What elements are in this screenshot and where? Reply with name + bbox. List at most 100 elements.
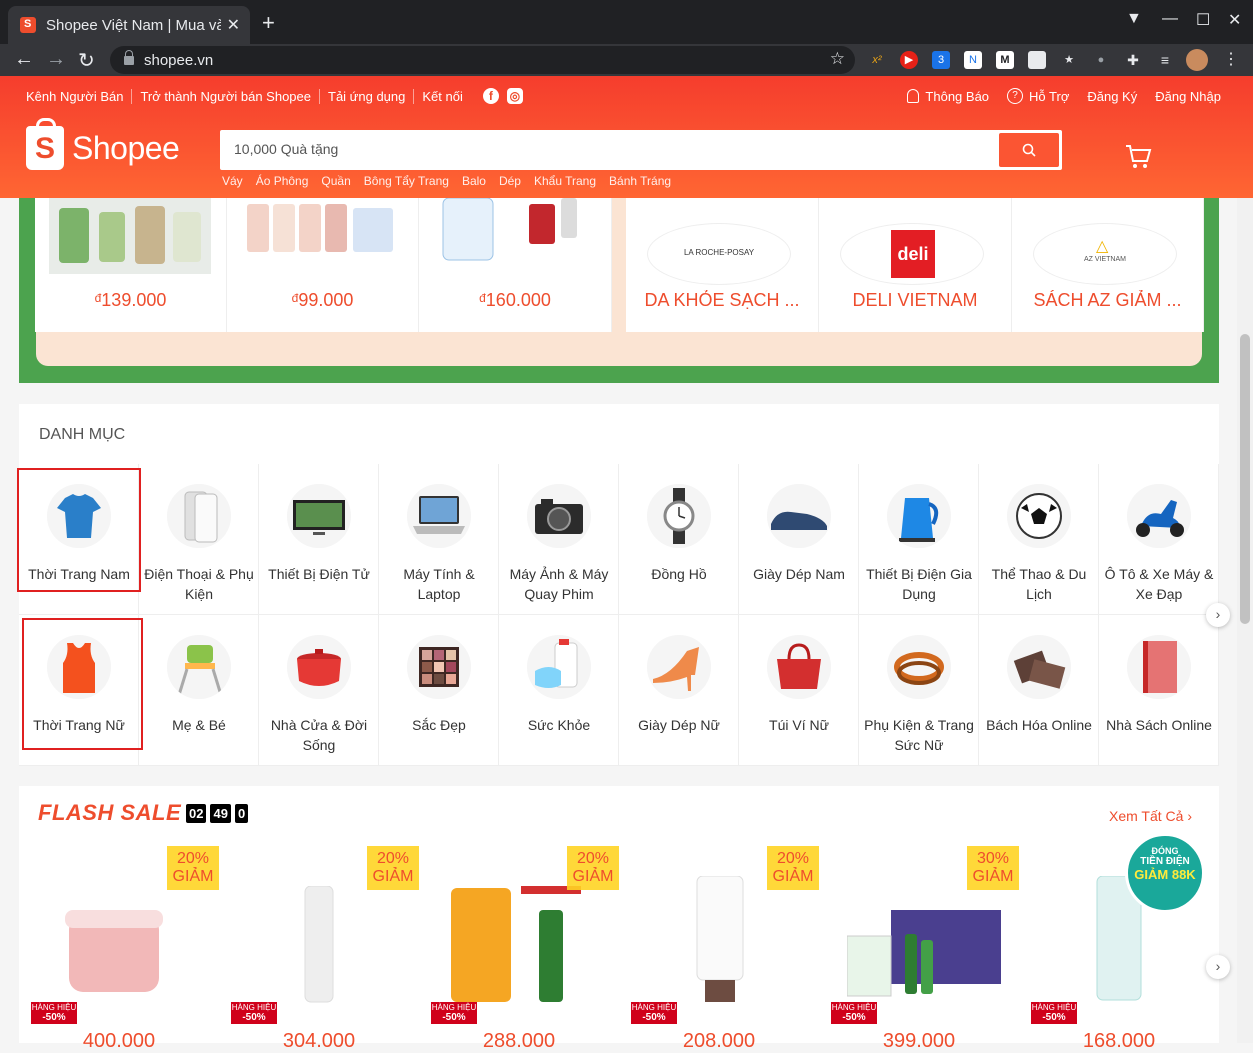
hotword-link[interactable]: Bông Tẩy Trang	[364, 174, 449, 188]
category-item-o-to-xe-may[interactable]: Ô Tô & Xe Máy & Xe Đạp	[1099, 464, 1219, 615]
download-app-link[interactable]: Tải ứng dụng	[328, 88, 415, 104]
shop-logo-text: deli	[891, 230, 935, 278]
hotword-link[interactable]: Váy	[222, 174, 243, 188]
category-item-bach-hoa[interactable]: Bách Hóa Online	[979, 615, 1099, 766]
category-item-suc-khoe[interactable]: Sức Khỏe	[499, 615, 619, 766]
hotword-link[interactable]: Quần	[321, 174, 350, 188]
category-item-thiet-bi-gia-dung[interactable]: Thiết Bị Điện Gia Dụng	[859, 464, 979, 615]
close-tab-icon[interactable]: ✕	[227, 15, 240, 35]
extension-star-icon[interactable]: ★	[1060, 51, 1078, 69]
profile-avatar[interactable]	[1186, 49, 1208, 71]
category-item-the-thao[interactable]: Thể Thao & Du Lịch	[979, 464, 1099, 615]
flash-sale-item[interactable]: 20% GIẢM HÀNG HIỆU -50% 304.000	[219, 846, 419, 1052]
profile-menu-icon[interactable]: ▼	[1126, 10, 1142, 28]
category-item-nha-sach[interactable]: Nhà Sách Online	[1099, 615, 1219, 766]
category-item-dong-ho[interactable]: Đồng Hồ	[619, 464, 739, 615]
extensions-puzzle-icon[interactable]: ✚	[1124, 51, 1142, 69]
reading-list-icon[interactable]: ≡	[1156, 51, 1174, 69]
register-link[interactable]: Đăng Ký	[1087, 89, 1137, 104]
hotword-link[interactable]: Áo Phông	[256, 174, 309, 188]
promo-product-card[interactable]: đ99.000	[227, 198, 419, 332]
extension-youtube-icon[interactable]: ▶	[900, 51, 918, 69]
reload-icon[interactable]: ↻	[78, 48, 95, 73]
category-item-may-tinh[interactable]: Máy Tính & Laptop	[379, 464, 499, 615]
category-item-thiet-bi-dien-tu[interactable]: Thiết Bị Điện Tử	[259, 464, 379, 615]
cart-icon[interactable]	[1124, 142, 1152, 170]
instagram-icon[interactable]: ◎	[506, 88, 523, 104]
category-item-giay-dep-nu[interactable]: Giày Dép Nữ	[619, 615, 739, 766]
close-window-icon[interactable]: ✕	[1228, 10, 1241, 30]
promo-product-card[interactable]: đ160.000	[419, 198, 612, 332]
mall-shop-card[interactable]: LA ROCHE-POSAY DA KHỎE SẠCH ...	[626, 198, 819, 332]
hotword-link[interactable]: Bánh Tráng	[609, 174, 671, 188]
shopee-logo[interactable]: S Shopee	[26, 118, 180, 170]
category-item-tui-vi-nu[interactable]: Túi Ví Nữ	[739, 615, 859, 766]
flash-sale-next-arrow-icon[interactable]: ›	[1206, 955, 1230, 979]
notifications-link[interactable]: Thông Báo	[907, 89, 989, 104]
category-item-me-be[interactable]: Mẹ & Bé	[139, 615, 259, 766]
category-label: Máy Ảnh & Máy Quay Phim	[509, 566, 609, 602]
flash-sale-item[interactable]: 20% GIẢM HÀNG HIỆU -50% 400.000	[19, 846, 219, 1052]
see-all-link[interactable]: Xem Tất Cả ›	[1109, 808, 1192, 824]
category-item-phu-kien-nu[interactable]: Phụ Kiện & Trang Sức Nữ	[859, 615, 979, 766]
address-bar[interactable]: shopee.vn ☆	[110, 46, 855, 74]
football-icon	[1007, 484, 1071, 548]
bookmark-star-icon[interactable]: ☆	[830, 49, 845, 69]
flash-sale-title: FLASH SALE	[38, 800, 182, 825]
flash-sale-item[interactable]: 20% GIẢM HÀNG HIỆU -50% 208.000	[619, 846, 819, 1052]
category-item-may-anh[interactable]: Máy Ảnh & Máy Quay Phim	[499, 464, 619, 615]
electric-bill-promo-badge[interactable]: ĐÓNG TIỀN ĐIỆN GIẢM 88K	[1125, 833, 1205, 913]
become-seller-link[interactable]: Trở thành Người bán Shopee	[140, 88, 320, 104]
discount-badge: 20% GIẢM	[767, 846, 819, 890]
kettle-icon	[887, 484, 951, 548]
maximize-icon[interactable]: ☐	[1196, 10, 1210, 30]
product-price: đ160.000	[419, 290, 611, 311]
seller-channel-link[interactable]: Kênh Người Bán	[26, 88, 133, 104]
extension-search-icon[interactable]: ●	[1092, 51, 1110, 69]
discount-percent: 20%	[776, 850, 810, 867]
extension-translate-icon[interactable]: 3	[932, 51, 950, 69]
mall-shop-card[interactable]: deli DELI VIETNAM	[819, 198, 1012, 332]
page-scrollbar[interactable]	[1237, 198, 1253, 1043]
men-shoe-icon	[767, 484, 831, 548]
hotword-link[interactable]: Balo	[462, 174, 486, 188]
login-link[interactable]: Đăng Nhập	[1155, 89, 1221, 104]
category-label: Điện Thoại & Phụ Kiện	[144, 566, 254, 602]
extension-folder-icon[interactable]	[1028, 51, 1046, 69]
forward-icon[interactable]: →	[46, 48, 66, 71]
promo-product-card[interactable]: đ139.000	[35, 198, 227, 332]
flash-sale-item[interactable]: 20% GIẢM HÀNG HIỆU -50% 288.000	[419, 846, 619, 1052]
phone-icon	[167, 484, 231, 548]
hotword-link[interactable]: Dép	[499, 174, 521, 188]
category-heading: DANH MỤC	[39, 426, 126, 443]
discount-word: GIẢM	[572, 868, 614, 885]
extension-m-icon[interactable]: M	[996, 51, 1014, 69]
category-item-sac-dep[interactable]: Sắc Đẹp	[379, 615, 499, 766]
search-button[interactable]	[999, 133, 1059, 167]
browser-tab[interactable]: Shopee Việt Nam | Mua và ✕	[8, 6, 250, 44]
top-right-nav: Thông Báo ? Hỗ Trợ Đăng Ký Đăng Nhập	[889, 88, 1221, 104]
extension-x2-icon[interactable]: x²	[868, 51, 886, 69]
browser-menu-icon[interactable]: ⋮	[1222, 51, 1240, 69]
category-label: Sắc Đẹp	[412, 717, 466, 733]
category-item-nha-cua[interactable]: Nhà Cửa & Đời Sống	[259, 615, 379, 766]
product-image	[451, 886, 581, 1002]
category-item-dien-thoai[interactable]: Điện Thoại & Phụ Kiện	[139, 464, 259, 615]
flash-sale-item[interactable]: 30% GIẢM HÀNG HIỆU -50% 399.000	[819, 846, 1019, 1052]
flash-price: 168.000	[1082, 1030, 1156, 1052]
category-item-giay-dep-nam[interactable]: Giày Dép Nam	[739, 464, 859, 615]
badge-line2: TIỀN ĐIỆN	[1140, 856, 1190, 867]
extension-nb-icon[interactable]: N	[964, 51, 982, 69]
mall-off: -50%	[242, 1012, 266, 1023]
hotword-link[interactable]: Khẩu Trang	[534, 174, 596, 188]
help-link[interactable]: ? Hỗ Trợ	[1007, 88, 1069, 104]
help-icon: ?	[1007, 88, 1024, 104]
category-next-arrow-icon[interactable]: ›	[1206, 603, 1230, 627]
facebook-icon[interactable]: f	[482, 88, 499, 104]
back-icon[interactable]: ←	[14, 48, 34, 71]
new-tab-icon[interactable]: +	[262, 12, 275, 34]
scrollbar-thumb[interactable]	[1240, 334, 1250, 624]
search-input[interactable]: 10,000 Quà tặng	[234, 141, 338, 157]
mall-shop-card[interactable]: AZ VIETNAM △ SÁCH AZ GIẢM ...	[1012, 198, 1204, 332]
minimize-icon[interactable]: —	[1162, 10, 1178, 28]
